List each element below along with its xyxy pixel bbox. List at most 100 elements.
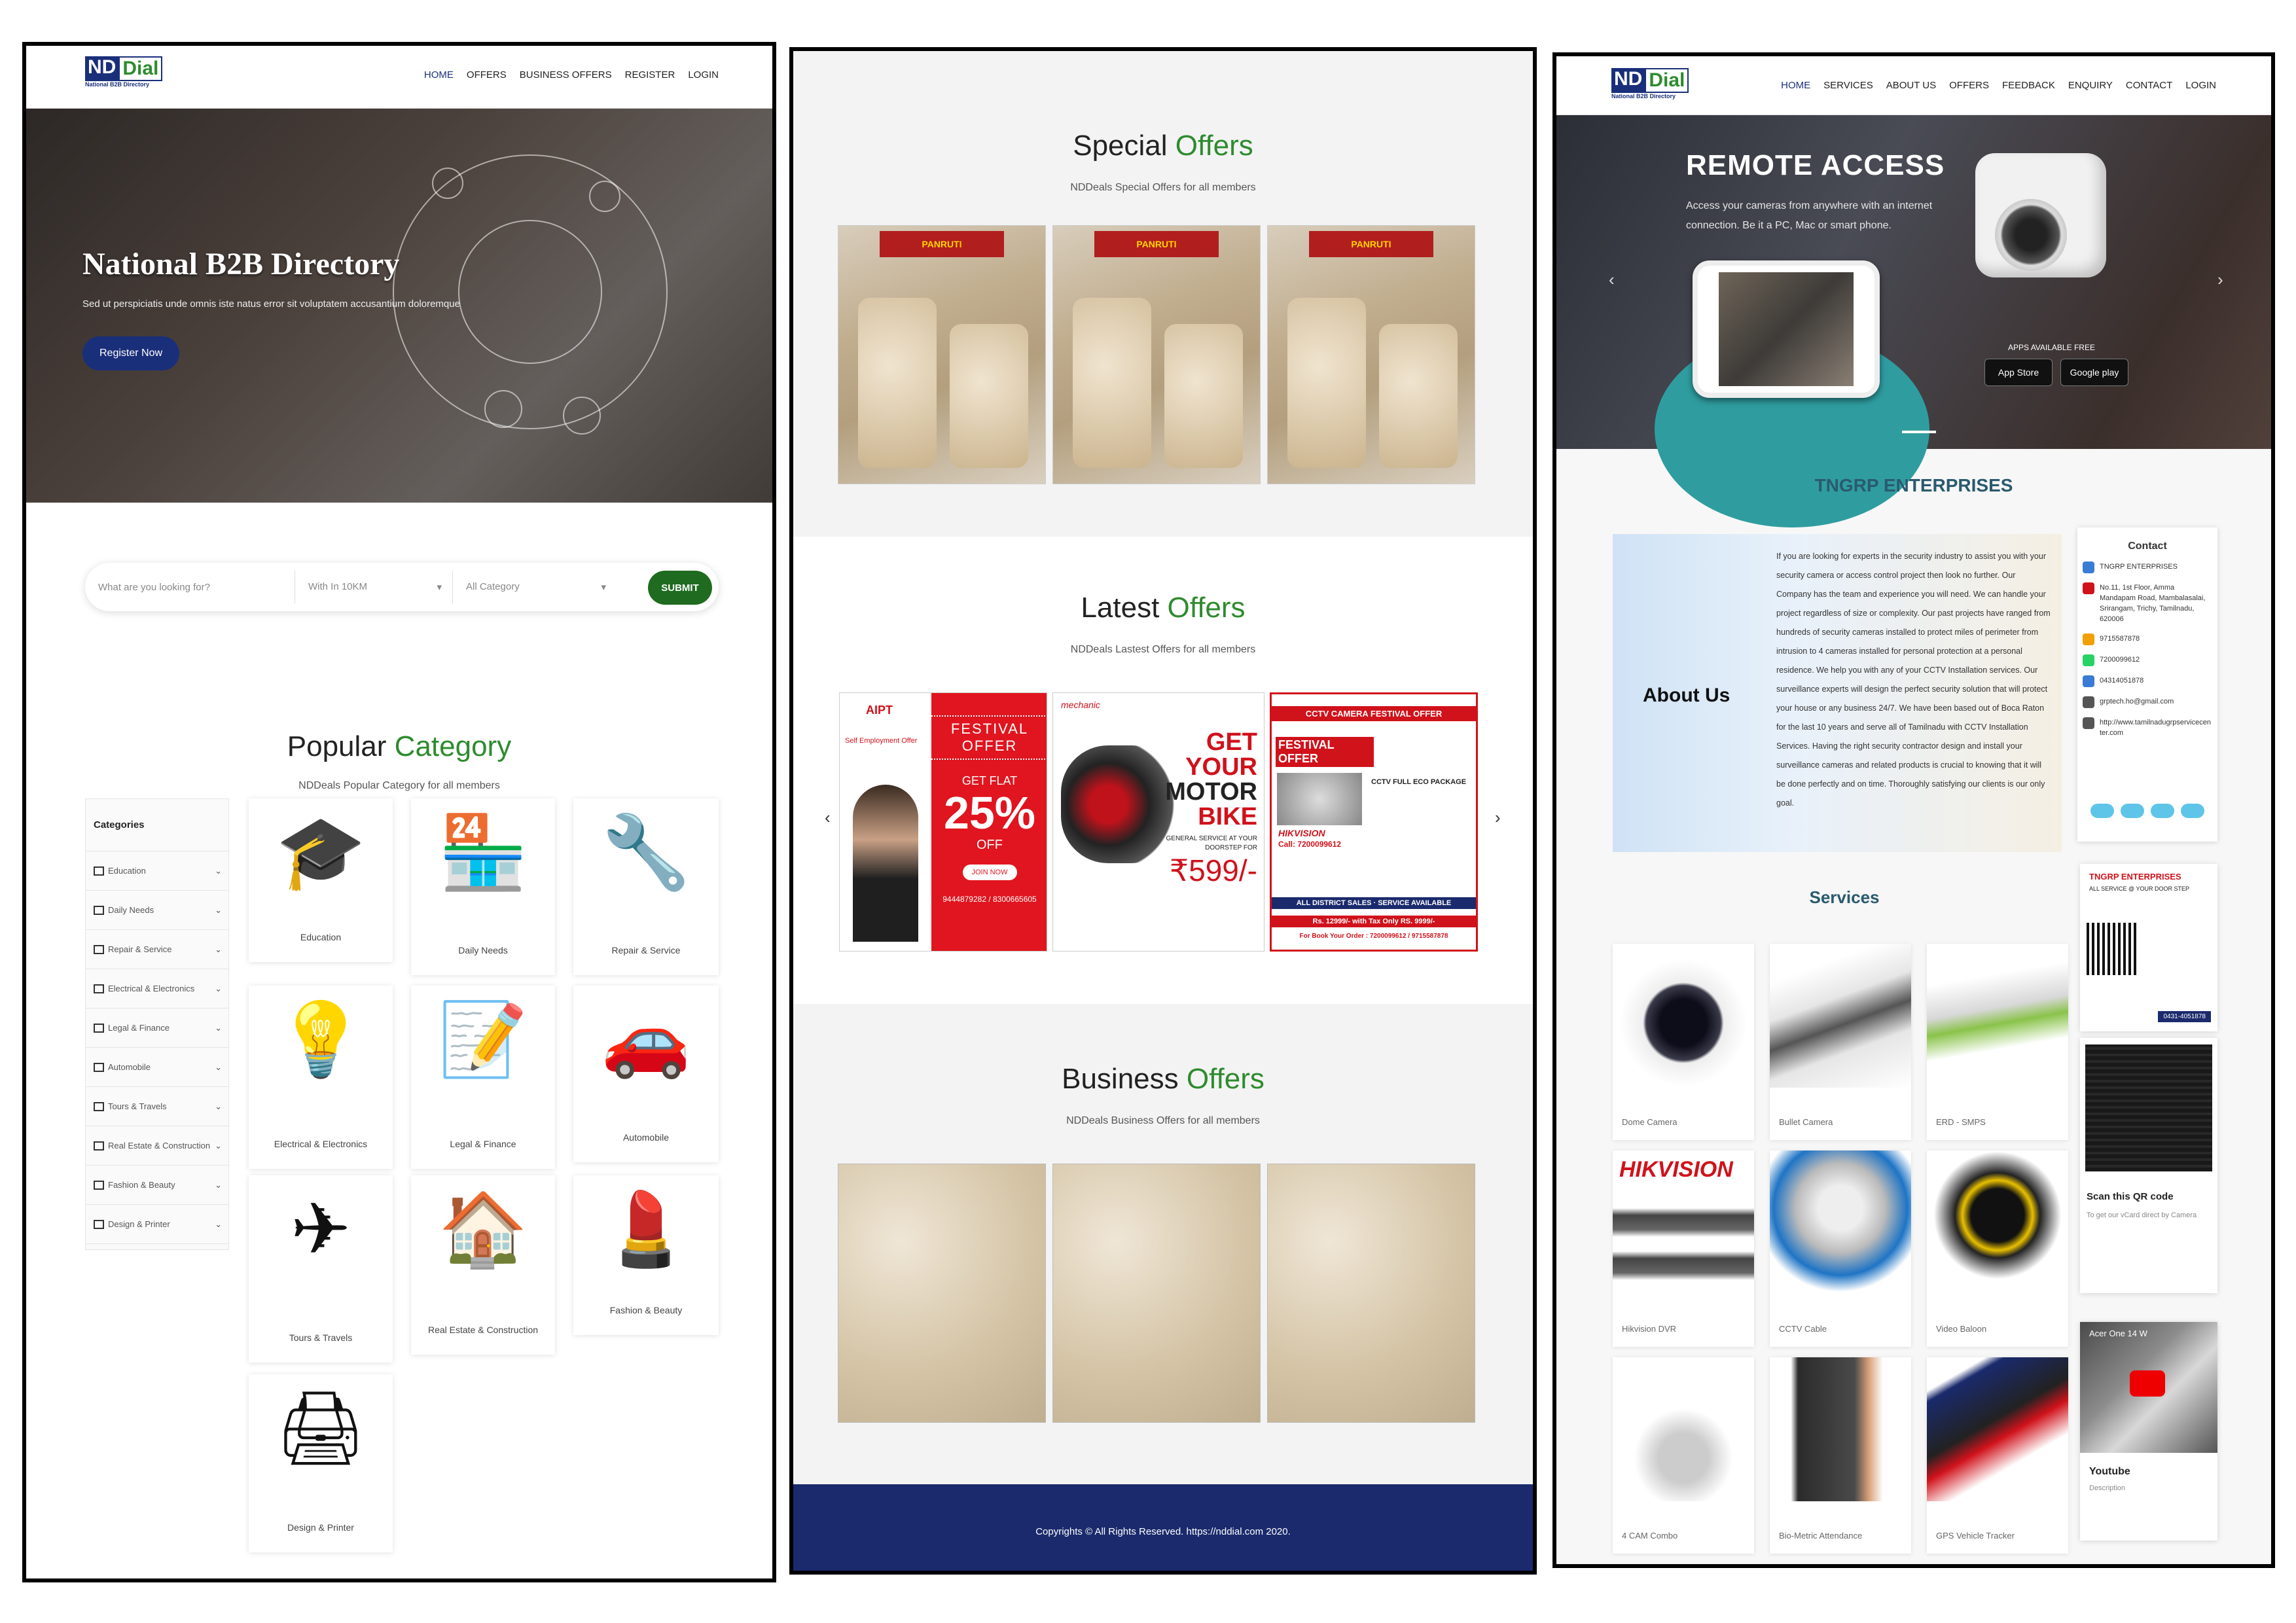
category-card-real-estate[interactable]: 🏠 Real Estate & Construction — [411, 1175, 555, 1355]
aipt-offer-banner[interactable]: AIPT Self Employment Offer FESTIVAL OFFE… — [839, 692, 1047, 952]
nddial-logo[interactable]: ND Dial National B2B Directory — [1611, 68, 1689, 99]
qr-code-small — [2087, 923, 2139, 975]
wifi-icon — [563, 397, 601, 435]
play-icon[interactable] — [2130, 1370, 2165, 1397]
category-card-electrical[interactable]: 💡 Electrical & Electronics — [249, 986, 393, 1169]
category-icon — [94, 1141, 104, 1151]
service-card-erd-smps[interactable]: ERD - SMPS — [1927, 944, 2068, 1140]
nav-login[interactable]: LOGIN — [688, 69, 719, 80]
offer-image[interactable] — [1052, 1164, 1261, 1423]
car-icon: 🚗 — [601, 999, 691, 1080]
category-card-legal-finance[interactable]: 📝 Legal & Finance — [411, 986, 555, 1169]
category-card-tours-travels[interactable]: ✈ Tours & Travels — [249, 1175, 393, 1363]
chevron-left-icon[interactable]: ‹ — [825, 808, 831, 828]
search-bar: What are you looking for? With In 10KM ▾… — [85, 563, 719, 611]
qr-code-card: Scan this QR code To get our vCard direc… — [2080, 1038, 2217, 1293]
app-store-badge[interactable]: App Store — [1984, 359, 2053, 386]
chevron-right-icon[interactable]: › — [2217, 270, 2223, 290]
category-icon — [94, 945, 104, 955]
biometric-device-photo — [1770, 1357, 1911, 1501]
nav-feedback[interactable]: FEEDBACK — [2002, 80, 2055, 91]
category-icon — [94, 1220, 104, 1230]
qr-code[interactable] — [2085, 1044, 2212, 1171]
category-item[interactable]: Tours & Travels ⌄ — [86, 1087, 228, 1126]
nav-home[interactable]: HOME — [1781, 80, 1810, 91]
offer-image[interactable]: PANRUTI — [1052, 225, 1261, 484]
category-card-daily-needs[interactable]: 🏪 Daily Needs — [411, 798, 555, 975]
category-item[interactable]: Real Estate & Construction ⌄ — [86, 1126, 228, 1166]
site-footer: Copyrights © All Rights Reserved. https:… — [793, 1484, 1533, 1571]
business-profile-panel: ND Dial National B2B Directory HOME SERVI… — [1552, 52, 2275, 1568]
hero-banner: National B2B Directory Sed ut perspiciat… — [26, 109, 772, 516]
social-buttons — [2090, 804, 2204, 818]
bullet-camera-photo — [1770, 944, 1911, 1088]
nav-offers[interactable]: OFFERS — [1949, 80, 1989, 91]
offers-panel: Special Offers NDDeals Special Offers fo… — [789, 47, 1537, 1575]
cosmetics-icon: 💄 — [601, 1189, 691, 1270]
category-card-education[interactable]: 🎓 Education — [249, 798, 393, 962]
youtube-video-thumbnail[interactable]: Acer One 14 W — [2080, 1322, 2217, 1453]
hero-slider: REMOTE ACCESS Access your cameras from a… — [1556, 115, 2271, 527]
category-card-fashion-beauty[interactable]: 💄 Fashion & Beauty — [573, 1175, 719, 1335]
printer-icon: 🖨 — [275, 1388, 367, 1469]
service-card-hikvision-dvr[interactable]: HIKVISION Hikvision DVR — [1613, 1150, 1754, 1347]
category-item[interactable]: Electrical & Electronics ⌄ — [86, 969, 228, 1008]
offer-image[interactable] — [1267, 1164, 1475, 1423]
category-item[interactable]: Daily Needs ⌄ — [86, 891, 228, 930]
nav-contact[interactable]: CONTACT — [2126, 80, 2172, 91]
nav-about-us[interactable]: ABOUT US — [1886, 80, 1936, 91]
mechanic-offer-banner[interactable]: mechanic GET YOUR MOTOR BIKE GENERAL SER… — [1052, 692, 1265, 952]
category-card-repair-service[interactable]: 🔧 Repair & Service — [573, 798, 719, 975]
offer-image[interactable] — [838, 1164, 1046, 1423]
nav-register[interactable]: REGISTER — [625, 69, 675, 80]
offer-image[interactable]: PANRUTI — [1267, 225, 1475, 484]
nav-login[interactable]: LOGIN — [2185, 80, 2216, 91]
offer-image[interactable]: PANRUTI — [838, 225, 1046, 484]
nav-enquiry[interactable]: ENQUIRY — [2068, 80, 2113, 91]
category-item[interactable]: Education ⌄ — [86, 851, 228, 891]
chevron-down-icon: ⌄ — [215, 865, 222, 876]
chevron-right-icon[interactable]: › — [1495, 808, 1501, 828]
nav-business-offers[interactable]: BUSINESS OFFERS — [520, 69, 612, 80]
vcard-image[interactable]: TNGRP ENTERPRISES ALL SERVICE @ YOUR DOO… — [2080, 864, 2217, 1031]
join-now-button[interactable]: JOIN NOW — [962, 865, 1017, 880]
register-now-button[interactable]: Register Now — [82, 336, 179, 370]
phone-icon[interactable] — [2090, 804, 2114, 818]
slider-indicator[interactable] — [1902, 431, 1936, 433]
category-item[interactable]: Fashion & Beauty ⌄ — [86, 1166, 228, 1205]
category-item[interactable]: Repair & Service ⌄ — [86, 930, 228, 969]
cctv-offer-banner[interactable]: CCTV CAMERA FESTIVAL OFFER FESTIVAL OFFE… — [1270, 692, 1478, 952]
distance-select[interactable]: With In 10KM ▾ — [295, 581, 452, 593]
nddial-logo[interactable]: ND Dial National B2B Directory — [85, 56, 163, 88]
chevron-left-icon[interactable]: ‹ — [1609, 270, 1615, 290]
category-icon — [94, 906, 104, 916]
service-card-dome-camera[interactable]: Dome Camera — [1613, 944, 1754, 1140]
service-card-biometric[interactable]: Bio-Metric Attendance — [1770, 1357, 1911, 1554]
category-item[interactable]: Automobile ⌄ — [86, 1048, 228, 1087]
nav-offers[interactable]: OFFERS — [467, 69, 507, 80]
category-item[interactable]: Design & Printer ⌄ — [86, 1205, 228, 1244]
service-card-video-baloon[interactable]: Video Baloon — [1927, 1150, 2068, 1347]
service-card-gps-tracker[interactable]: GPS Vehicle Tracker — [1927, 1357, 2068, 1554]
service-card-bullet-camera[interactable]: Bullet Camera — [1770, 944, 1911, 1140]
contact-card: Contact TNGRP ENTERPRISES No.11, 1st Flo… — [2077, 527, 2217, 842]
email-icon[interactable] — [2181, 804, 2204, 818]
category-item[interactable]: Legal & Finance ⌄ — [86, 1008, 228, 1048]
category-card-design-printer[interactable]: 🖨 Design & Printer — [249, 1374, 393, 1552]
nav-services[interactable]: SERVICES — [1823, 80, 1873, 91]
search-input[interactable]: What are you looking for? — [85, 582, 295, 593]
nav-home[interactable]: HOME — [424, 69, 454, 80]
category-icon — [94, 1024, 104, 1033]
service-card-4-cam-combo[interactable]: 4 CAM Combo — [1613, 1357, 1754, 1554]
facebook-icon[interactable] — [2151, 804, 2174, 818]
hero-subtitle: Sed ut perspiciatis unde omnis iste natu… — [82, 298, 460, 310]
latest-offers-title: Latest Offers — [1081, 592, 1246, 624]
carousel-dots[interactable] — [396, 510, 410, 516]
submit-button[interactable]: SUBMIT — [648, 571, 712, 605]
category-select[interactable]: All Category ▾ — [453, 581, 617, 593]
whatsapp-icon[interactable] — [2121, 804, 2144, 818]
main-nav: HOME OFFERS BUSINESS OFFERS REGISTER LOG… — [424, 69, 719, 80]
service-card-cctv-cable[interactable]: CCTV Cable — [1770, 1150, 1911, 1347]
google-play-badge[interactable]: Google play — [2060, 359, 2128, 386]
category-card-automobile[interactable]: 🚗 Automobile — [573, 986, 719, 1162]
